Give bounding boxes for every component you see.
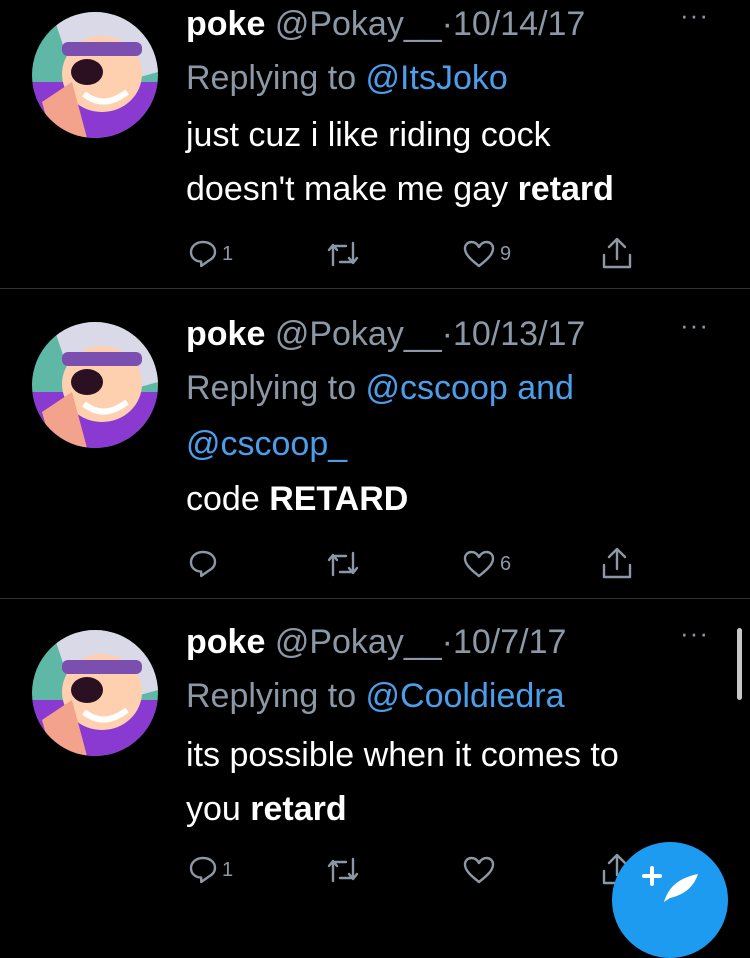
display-name[interactable]: poke <box>186 5 265 43</box>
separator-dot: · <box>441 315 453 353</box>
tweet-header: poke @Pokay__·10/14/17 <box>186 0 726 48</box>
share-icon <box>602 237 632 269</box>
separator-dot: · <box>441 623 453 661</box>
like-button[interactable]: 9 <box>462 234 511 274</box>
reply-button[interactable] <box>188 544 222 584</box>
display-name[interactable]: poke <box>186 623 265 661</box>
tweet-date[interactable]: 10/14/17 <box>453 5 585 43</box>
replying-to-label: Replying to <box>186 369 366 407</box>
reply-icon <box>189 550 217 578</box>
retweet-icon <box>327 551 359 577</box>
tweet-actions: 1 <box>186 850 646 890</box>
heart-icon <box>463 240 495 268</box>
share-icon <box>602 547 632 579</box>
reply-context: Replying to @ItsJoko <box>186 50 726 106</box>
tweet-text: code RETARD <box>186 472 726 526</box>
reply-icon <box>189 856 217 884</box>
like-count: 9 <box>500 242 512 265</box>
more-icon[interactable]: ··· <box>680 620 709 646</box>
tweet-date[interactable]: 10/7/17 <box>453 623 566 661</box>
heart-icon <box>463 856 495 884</box>
scrollbar[interactable] <box>737 628 742 700</box>
mention-link[interactable]: @ItsJoko <box>366 59 508 97</box>
separator-dot: · <box>441 5 453 43</box>
more-icon[interactable]: ··· <box>680 312 709 338</box>
reply-icon <box>189 240 217 268</box>
tweet[interactable]: poke @Pokay__·10/13/17 ··· Replying to @… <box>0 290 750 599</box>
tweet-text-line: code RETARD <box>186 480 409 518</box>
reply-context: Replying to @Cooldiedra <box>186 668 726 724</box>
display-name[interactable]: poke <box>186 315 265 353</box>
tweet-text-line: just cuz i like riding cock <box>186 116 551 154</box>
share-button[interactable] <box>601 544 633 584</box>
mention-link[interactable]: @cscoop and <box>366 369 574 407</box>
tweet-text-line: doesn't make me gay retard <box>186 170 614 208</box>
compose-tweet-button[interactable] <box>612 842 728 958</box>
tweet-date[interactable]: 10/13/17 <box>453 315 585 353</box>
reply-button[interactable]: 1 <box>188 850 233 890</box>
reply-count: 1 <box>222 242 234 265</box>
reply-count: 1 <box>222 858 234 881</box>
like-count: 6 <box>500 552 512 575</box>
reply-context: Replying to @cscoop and @cscoop_ <box>186 360 726 472</box>
compose-tweet-icon <box>642 866 698 902</box>
retweet-icon <box>327 241 359 267</box>
user-handle[interactable]: @Pokay__ <box>275 315 442 353</box>
user-handle[interactable]: @Pokay__ <box>275 623 442 661</box>
tweet-text-line: you retard <box>186 790 347 828</box>
tweet-header: poke @Pokay__·10/13/17 <box>186 310 726 358</box>
retweet-button[interactable] <box>326 850 364 890</box>
heart-icon <box>463 550 495 578</box>
avatar[interactable] <box>32 630 158 756</box>
replying-to-label: Replying to <box>186 677 366 715</box>
tweet-text: just cuz i like riding cock doesn't make… <box>186 108 726 216</box>
avatar[interactable] <box>32 322 158 448</box>
user-handle[interactable]: @Pokay__ <box>275 5 442 43</box>
retweet-icon <box>327 857 359 883</box>
tweet-text-line: its possible when it comes to <box>186 736 619 774</box>
retweet-button[interactable] <box>326 234 364 274</box>
mention-link[interactable]: @Cooldiedra <box>366 677 565 715</box>
mention-link[interactable]: @cscoop_ <box>186 425 347 463</box>
share-button[interactable] <box>601 234 633 274</box>
tweet-actions: 6 <box>186 544 646 584</box>
like-button[interactable] <box>462 850 500 890</box>
tweet-header: poke @Pokay__·10/7/17 <box>186 618 726 666</box>
replying-to-label: Replying to <box>186 59 366 97</box>
tweet-divider <box>0 288 750 289</box>
retweet-button[interactable] <box>326 544 364 584</box>
more-icon[interactable]: ··· <box>680 2 709 28</box>
tweet[interactable]: poke @Pokay__·10/14/17 ··· Replying to @… <box>0 0 750 289</box>
like-button[interactable]: 6 <box>462 544 511 584</box>
tweet-text: its possible when it comes to you retard <box>186 728 726 836</box>
tweet-actions: 1 9 <box>186 234 646 274</box>
avatar[interactable] <box>32 12 158 138</box>
reply-button[interactable]: 1 <box>188 234 233 274</box>
